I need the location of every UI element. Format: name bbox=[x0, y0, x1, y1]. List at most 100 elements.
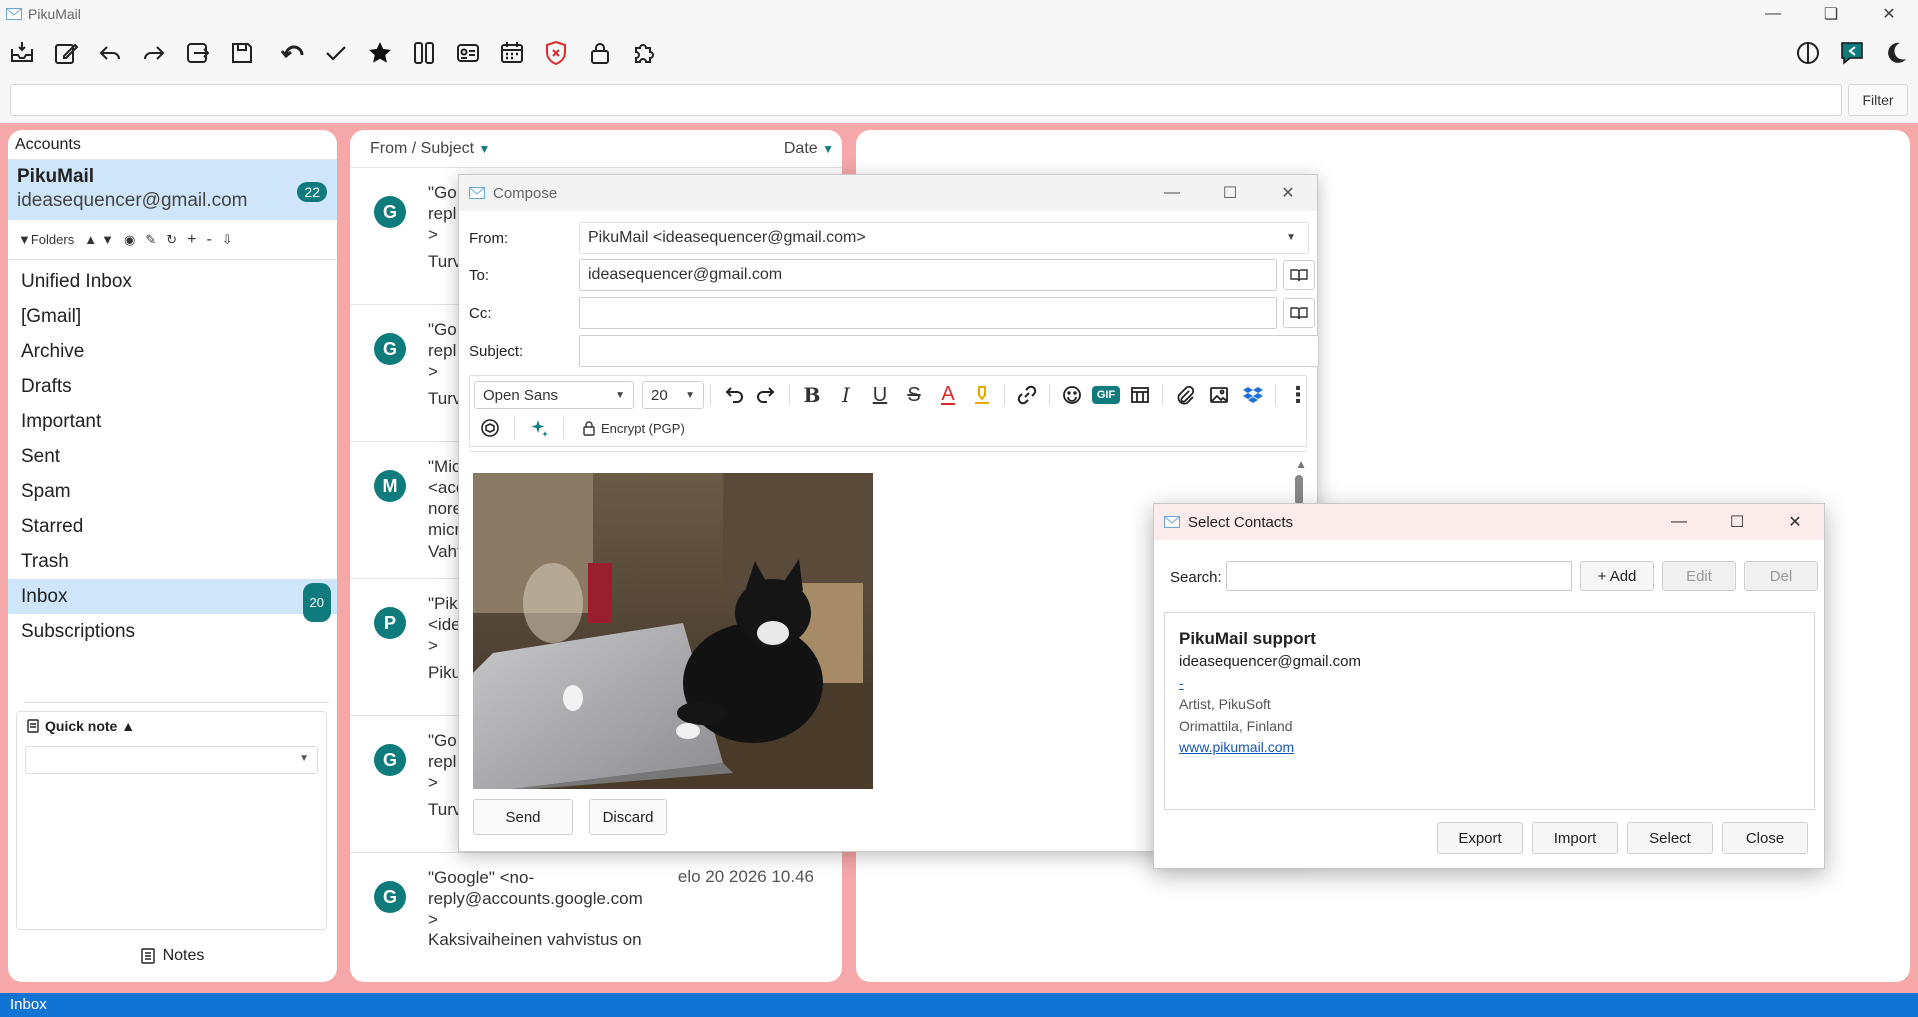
lock-button[interactable] bbox=[578, 31, 622, 75]
add-folder-icon[interactable]: + bbox=[187, 231, 196, 249]
save-button[interactable] bbox=[220, 31, 264, 75]
from-select[interactable]: PikuMail <ideasequencer@gmail.com> bbox=[579, 222, 1309, 254]
bold-button[interactable]: B bbox=[796, 381, 828, 409]
contacts-maximize-button[interactable]: ☐ bbox=[1708, 504, 1766, 540]
contact-card[interactable]: PikuMail support ideasequencer@gmail.com… bbox=[1179, 627, 1361, 759]
folder-trash[interactable]: Trash bbox=[8, 544, 337, 579]
link-button[interactable] bbox=[1011, 381, 1043, 409]
image-button[interactable] bbox=[1203, 381, 1235, 409]
image-icon bbox=[1210, 387, 1228, 403]
account-item[interactable]: PikuMail ideasequencer@gmail.com 22 bbox=[8, 160, 337, 220]
folders-toggle[interactable]: ▼Folders bbox=[18, 232, 74, 247]
rename-icon[interactable]: ✎ bbox=[145, 232, 156, 248]
minimize-button[interactable]: — bbox=[1744, 0, 1802, 28]
subscribe-icon[interactable]: ◉ bbox=[124, 232, 135, 248]
folder-unified-inbox[interactable]: Unified Inbox bbox=[8, 264, 337, 299]
compose-button[interactable] bbox=[44, 31, 88, 75]
move-down-icon[interactable]: ▼ bbox=[101, 232, 114, 247]
undo-button[interactable] bbox=[270, 31, 314, 75]
editor-redo-button[interactable] bbox=[751, 381, 783, 409]
contacts-minimize-button[interactable]: — bbox=[1650, 504, 1708, 540]
export-button[interactable]: Export bbox=[1437, 822, 1523, 854]
edit-contact-button[interactable]: Edit bbox=[1662, 561, 1736, 591]
emoji-button[interactable] bbox=[1056, 381, 1088, 409]
calendar-button[interactable] bbox=[490, 31, 534, 75]
italic-button[interactable]: I bbox=[830, 381, 862, 409]
subject-input[interactable] bbox=[579, 335, 1319, 367]
folder-archive[interactable]: Archive bbox=[8, 334, 337, 369]
reply-button[interactable] bbox=[88, 31, 132, 75]
folder-spam[interactable]: Spam bbox=[8, 474, 337, 509]
message-row[interactable]: G "Google" <no-reply@accounts.google.com… bbox=[350, 853, 842, 982]
contact-website-link[interactable]: www.pikumail.com bbox=[1179, 737, 1361, 759]
delete-contact-button[interactable]: Del bbox=[1744, 561, 1818, 591]
folder-gmail[interactable]: [Gmail] bbox=[8, 299, 337, 334]
sort-date[interactable]: Date ▼ bbox=[784, 140, 834, 158]
collapse-icon[interactable]: ⇩ bbox=[222, 232, 233, 248]
contacts-button[interactable] bbox=[446, 31, 490, 75]
encrypt-pgp-button[interactable]: Encrypt (PGP) bbox=[582, 420, 685, 436]
contact-dash-link[interactable]: - bbox=[1179, 673, 1361, 695]
sort-from-subject[interactable]: From / Subject ▼ bbox=[370, 140, 490, 158]
account-email: ideasequencer@gmail.com bbox=[17, 190, 248, 211]
font-family-select[interactable]: Open Sans bbox=[474, 381, 634, 409]
dropbox-button[interactable] bbox=[1237, 381, 1269, 409]
spam-shield-button[interactable] bbox=[534, 31, 578, 75]
sparkle-button[interactable] bbox=[523, 414, 555, 442]
folder-important[interactable]: Important bbox=[8, 404, 337, 439]
strikethrough-button[interactable]: S bbox=[898, 381, 930, 409]
folder-drafts[interactable]: Drafts bbox=[8, 369, 337, 404]
scroll-up-icon[interactable]: ▲ bbox=[1295, 457, 1307, 471]
chat-button[interactable] bbox=[1830, 31, 1874, 75]
underline-button[interactable]: U bbox=[864, 381, 896, 409]
text-color-button[interactable]: A bbox=[932, 381, 964, 409]
close-button[interactable]: ✕ bbox=[1860, 0, 1918, 28]
restore-button[interactable]: ❏ bbox=[1802, 0, 1860, 28]
cc-input[interactable] bbox=[579, 297, 1277, 329]
check-mail-button[interactable] bbox=[0, 31, 44, 75]
send-button[interactable]: Send bbox=[473, 799, 573, 835]
contacts-close-icon-button[interactable]: ✕ bbox=[1766, 504, 1824, 540]
mark-read-button[interactable] bbox=[314, 31, 358, 75]
notes-button[interactable]: Notes bbox=[8, 938, 337, 974]
attach-button[interactable] bbox=[1169, 381, 1201, 409]
filter-button[interactable]: Filter bbox=[1848, 84, 1908, 116]
table-button[interactable] bbox=[1124, 381, 1156, 409]
dark-mode-button[interactable] bbox=[1874, 31, 1918, 75]
plugins-button[interactable] bbox=[622, 31, 666, 75]
filter-input[interactable] bbox=[10, 84, 1842, 116]
quick-note-select[interactable] bbox=[25, 746, 318, 774]
to-input[interactable]: ideasequencer@gmail.com bbox=[579, 259, 1277, 291]
close-button[interactable]: Close bbox=[1722, 822, 1808, 854]
more-options-button[interactable]: ⋮ bbox=[1282, 381, 1314, 409]
editor-scrollbar[interactable] bbox=[1295, 475, 1303, 505]
forward-button[interactable] bbox=[132, 31, 176, 75]
remove-folder-icon[interactable]: - bbox=[206, 231, 211, 249]
highlight-button[interactable] bbox=[966, 381, 998, 409]
gif-button[interactable]: GIF bbox=[1090, 381, 1122, 409]
move-up-icon[interactable]: ▲ bbox=[84, 232, 97, 247]
editor-undo-button[interactable] bbox=[717, 381, 749, 409]
cc-address-book-button[interactable] bbox=[1283, 298, 1315, 328]
folder-starred[interactable]: Starred bbox=[8, 509, 337, 544]
folder-sent[interactable]: Sent bbox=[8, 439, 337, 474]
compose-minimize-button[interactable]: — bbox=[1143, 175, 1201, 211]
compose-maximize-button[interactable]: ☐ bbox=[1201, 175, 1259, 211]
layout-button[interactable] bbox=[402, 31, 446, 75]
ai-assist-button[interactable] bbox=[474, 414, 506, 442]
quick-note-header[interactable]: Quick note ▲ bbox=[17, 712, 326, 740]
add-contact-button[interactable]: + Add bbox=[1580, 561, 1654, 591]
to-address-book-button[interactable] bbox=[1283, 260, 1315, 290]
font-size-select[interactable]: 20 bbox=[642, 381, 704, 409]
select-button[interactable]: Select bbox=[1627, 822, 1713, 854]
refresh-icon[interactable]: ↻ bbox=[166, 232, 177, 248]
contacts-search-input[interactable] bbox=[1226, 561, 1572, 591]
folder-inbox[interactable]: Inbox 20 bbox=[8, 579, 337, 622]
star-button[interactable] bbox=[358, 31, 402, 75]
import-button[interactable]: Import bbox=[1532, 822, 1618, 854]
contrast-button[interactable] bbox=[1786, 31, 1830, 75]
folder-subscriptions[interactable]: Subscriptions bbox=[8, 614, 337, 649]
discard-button[interactable]: Discard bbox=[589, 799, 667, 835]
compose-close-button[interactable]: ✕ bbox=[1259, 175, 1317, 211]
move-button[interactable] bbox=[176, 31, 220, 75]
